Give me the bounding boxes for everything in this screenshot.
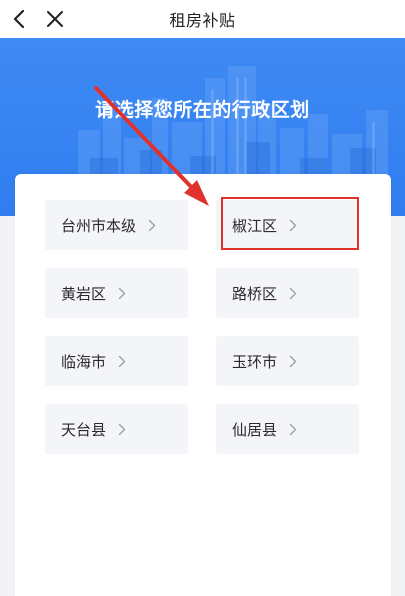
chevron-right-icon xyxy=(289,355,297,368)
chevron-right-icon xyxy=(289,219,297,232)
region-button[interactable]: 路桥区 xyxy=(216,268,359,318)
region-button[interactable]: 天台县 xyxy=(45,404,188,454)
region-label: 天台县 xyxy=(61,420,107,439)
region-card: 台州市本级 椒江区 黄岩区 路桥区 临海市 玉环市 天台县 仙居县 xyxy=(15,174,391,596)
region-button[interactable]: 椒江区 xyxy=(216,200,359,250)
region-grid: 台州市本级 椒江区 黄岩区 路桥区 临海市 玉环市 天台县 仙居县 xyxy=(45,200,359,454)
region-button[interactable]: 仙居县 xyxy=(216,404,359,454)
chevron-right-icon xyxy=(118,287,126,300)
chevron-right-icon xyxy=(118,423,126,436)
back-button[interactable] xyxy=(6,6,32,32)
region-label: 台州市本级 xyxy=(61,216,137,235)
region-label: 黄岩区 xyxy=(61,284,107,303)
region-button[interactable]: 临海市 xyxy=(45,336,188,386)
region-label: 临海市 xyxy=(61,352,107,371)
navbar: 租房补贴 xyxy=(0,0,405,38)
region-label: 仙居县 xyxy=(232,420,278,439)
chevron-left-icon xyxy=(13,10,25,28)
chevron-right-icon xyxy=(118,355,126,368)
hero-title: 请选择您所在的行政区划 xyxy=(95,99,310,121)
chevron-right-icon xyxy=(289,287,297,300)
region-button[interactable]: 玉环市 xyxy=(216,336,359,386)
close-button[interactable] xyxy=(42,6,68,32)
region-label: 路桥区 xyxy=(232,284,278,303)
chevron-right-icon xyxy=(289,423,297,436)
region-label: 玉环市 xyxy=(232,352,278,371)
region-button[interactable]: 黄岩区 xyxy=(45,268,188,318)
close-icon xyxy=(47,11,63,27)
region-label: 椒江区 xyxy=(232,216,278,235)
page-title: 租房补贴 xyxy=(169,11,236,30)
chevron-right-icon xyxy=(148,219,156,232)
region-button[interactable]: 台州市本级 xyxy=(45,200,188,250)
